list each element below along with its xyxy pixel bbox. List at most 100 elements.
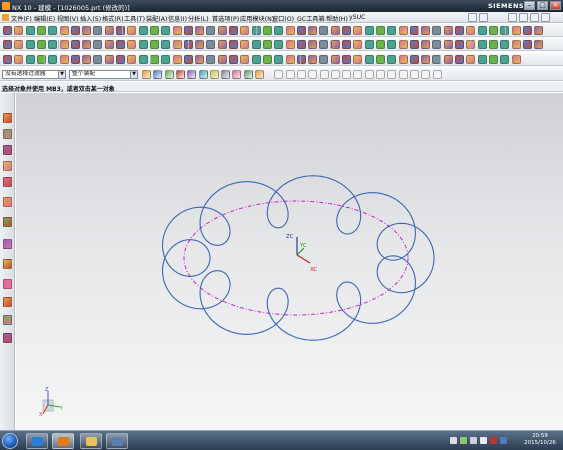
toolbar-command-icon[interactable] — [251, 55, 261, 64]
toolbar-command-icon[interactable] — [353, 55, 363, 64]
toolbar-command-icon[interactable] — [375, 55, 385, 64]
resource-bar-icon[interactable] — [3, 113, 12, 123]
toolbar-command-icon[interactable] — [48, 40, 58, 49]
volume-icon[interactable] — [480, 437, 487, 444]
toolbar-command-icon[interactable] — [36, 26, 46, 35]
toolbar-command-icon[interactable] — [274, 26, 284, 35]
toolbar-command-icon[interactable] — [14, 55, 24, 64]
menu-analysis[interactable]: 分析(L) — [188, 14, 209, 23]
toolbar-command-icon[interactable] — [93, 40, 103, 49]
windows-start-button[interactable] — [2, 433, 18, 449]
taskbar-app-4[interactable] — [106, 433, 128, 449]
toolbar-command-icon[interactable] — [127, 55, 137, 64]
start-menu-icon[interactable] — [2, 14, 9, 21]
toolbar-command-icon[interactable] — [466, 55, 476, 64]
wcs-triad[interactable]: ZC YC XC — [286, 234, 317, 273]
snap-point-icon[interactable] — [398, 70, 408, 79]
toolbar-command-icon[interactable] — [3, 55, 12, 64]
restore-icon[interactable] — [508, 13, 517, 22]
toolbar-command-icon[interactable] — [138, 26, 148, 35]
toolbar-command-icon[interactable] — [421, 40, 431, 49]
toolbar-command-icon[interactable] — [534, 40, 544, 49]
snap-point-icon[interactable] — [421, 70, 431, 79]
toolbar-command-icon[interactable] — [296, 40, 306, 49]
taskbar-clock[interactable]: 20:59 2015/10/26 — [520, 433, 560, 447]
toolbar-command-icon[interactable] — [522, 40, 532, 49]
toolbar-command-icon[interactable] — [443, 55, 453, 64]
snap-point-icon[interactable] — [153, 70, 163, 79]
toolbar-command-icon[interactable] — [455, 26, 464, 35]
menu-view[interactable]: 视图(V) — [57, 14, 78, 23]
toolbar-command-icon[interactable] — [149, 55, 159, 64]
toolbar-command-icon[interactable] — [330, 26, 340, 35]
menu-window[interactable]: 窗口(O) — [272, 14, 294, 23]
toolbar-command-icon[interactable] — [443, 40, 453, 49]
toolbar-command-icon[interactable] — [14, 26, 24, 35]
toolbar-command-icon[interactable] — [82, 55, 92, 64]
toolbar-command-icon[interactable] — [342, 26, 351, 35]
snap-point-icon[interactable] — [232, 70, 242, 79]
toolbar-command-icon[interactable] — [455, 40, 464, 49]
close-part-icon[interactable] — [541, 13, 550, 22]
toolbar-command-icon[interactable] — [206, 40, 216, 49]
resource-bar-icon[interactable] — [3, 145, 12, 155]
toolbar-command-icon[interactable] — [195, 55, 205, 64]
command-finder-icon[interactable] — [479, 13, 488, 22]
menu-format[interactable]: 格式(R) — [102, 14, 124, 23]
toolbar-command-icon[interactable] — [217, 40, 227, 49]
toolbar-command-icon[interactable] — [511, 40, 521, 49]
toolbar-command-icon[interactable] — [285, 55, 295, 64]
toolbar-command-icon[interactable] — [229, 26, 238, 35]
toolbar-command-icon[interactable] — [432, 40, 442, 49]
closed-spline-curve[interactable] — [161, 175, 435, 341]
snap-point-icon[interactable] — [221, 70, 231, 79]
snap-point-icon[interactable] — [308, 70, 318, 79]
toolbar-command-icon[interactable] — [353, 26, 363, 35]
toolbar-command-icon[interactable] — [398, 26, 408, 35]
snap-point-icon[interactable] — [175, 70, 185, 79]
toolbar-command-icon[interactable] — [285, 26, 295, 35]
nx-app-icon[interactable] — [2, 2, 10, 10]
toolbar-command-icon[interactable] — [161, 40, 171, 49]
resource-bar-icon[interactable] — [3, 129, 12, 139]
resource-bar-icon[interactable] — [3, 197, 12, 207]
resource-bar-icon[interactable] — [3, 161, 12, 171]
toolbar-command-icon[interactable] — [262, 40, 272, 49]
taskbar-nx-app[interactable] — [52, 433, 74, 449]
toolbar-command-icon[interactable] — [70, 26, 80, 35]
toolbar-command-icon[interactable] — [342, 55, 351, 64]
toolbar-command-icon[interactable] — [138, 55, 148, 64]
toolbar-command-icon[interactable] — [172, 40, 182, 49]
toolbar-command-icon[interactable] — [116, 55, 125, 64]
toolbar-command-icon[interactable] — [127, 40, 137, 49]
toolbar-command-icon[interactable] — [488, 40, 498, 49]
tray-icon[interactable] — [500, 437, 507, 444]
tray-alert-icon[interactable] — [490, 437, 497, 444]
toolbar-command-icon[interactable] — [3, 26, 12, 35]
resource-bar-icon[interactable] — [3, 217, 12, 227]
resource-bar-icon[interactable] — [3, 333, 12, 343]
toolbar-command-icon[interactable] — [70, 55, 80, 64]
toolbar-command-icon[interactable] — [511, 26, 521, 35]
snap-point-icon[interactable] — [409, 70, 419, 79]
toolbar-command-icon[interactable] — [206, 26, 216, 35]
toolbar-command-icon[interactable] — [511, 55, 521, 64]
graphics-window[interactable]: ZC YC XC Z Y X — [16, 93, 563, 430]
toolbar-command-icon[interactable] — [251, 40, 261, 49]
toolbar-command-icon[interactable] — [172, 26, 182, 35]
toolbar-command-icon[interactable] — [229, 55, 238, 64]
snap-point-icon[interactable] — [187, 70, 197, 79]
menu-gc-toolkit[interactable]: GC工具箱 — [297, 14, 325, 23]
toolbar-command-icon[interactable] — [477, 40, 487, 49]
minimize-button[interactable]: – — [524, 1, 535, 10]
toolbar-command-icon[interactable] — [149, 40, 159, 49]
snap-point-icon[interactable] — [255, 70, 264, 79]
snap-point-icon[interactable] — [198, 70, 208, 79]
menu-edit[interactable]: 编辑(E) — [34, 14, 55, 23]
toolbar-command-icon[interactable] — [172, 55, 182, 64]
toolbar-command-icon[interactable] — [443, 26, 453, 35]
toolbar-command-icon[interactable] — [262, 26, 272, 35]
toolbar-command-icon[interactable] — [217, 55, 227, 64]
snap-point-icon[interactable] — [319, 70, 329, 79]
snap-point-icon[interactable] — [376, 70, 385, 79]
